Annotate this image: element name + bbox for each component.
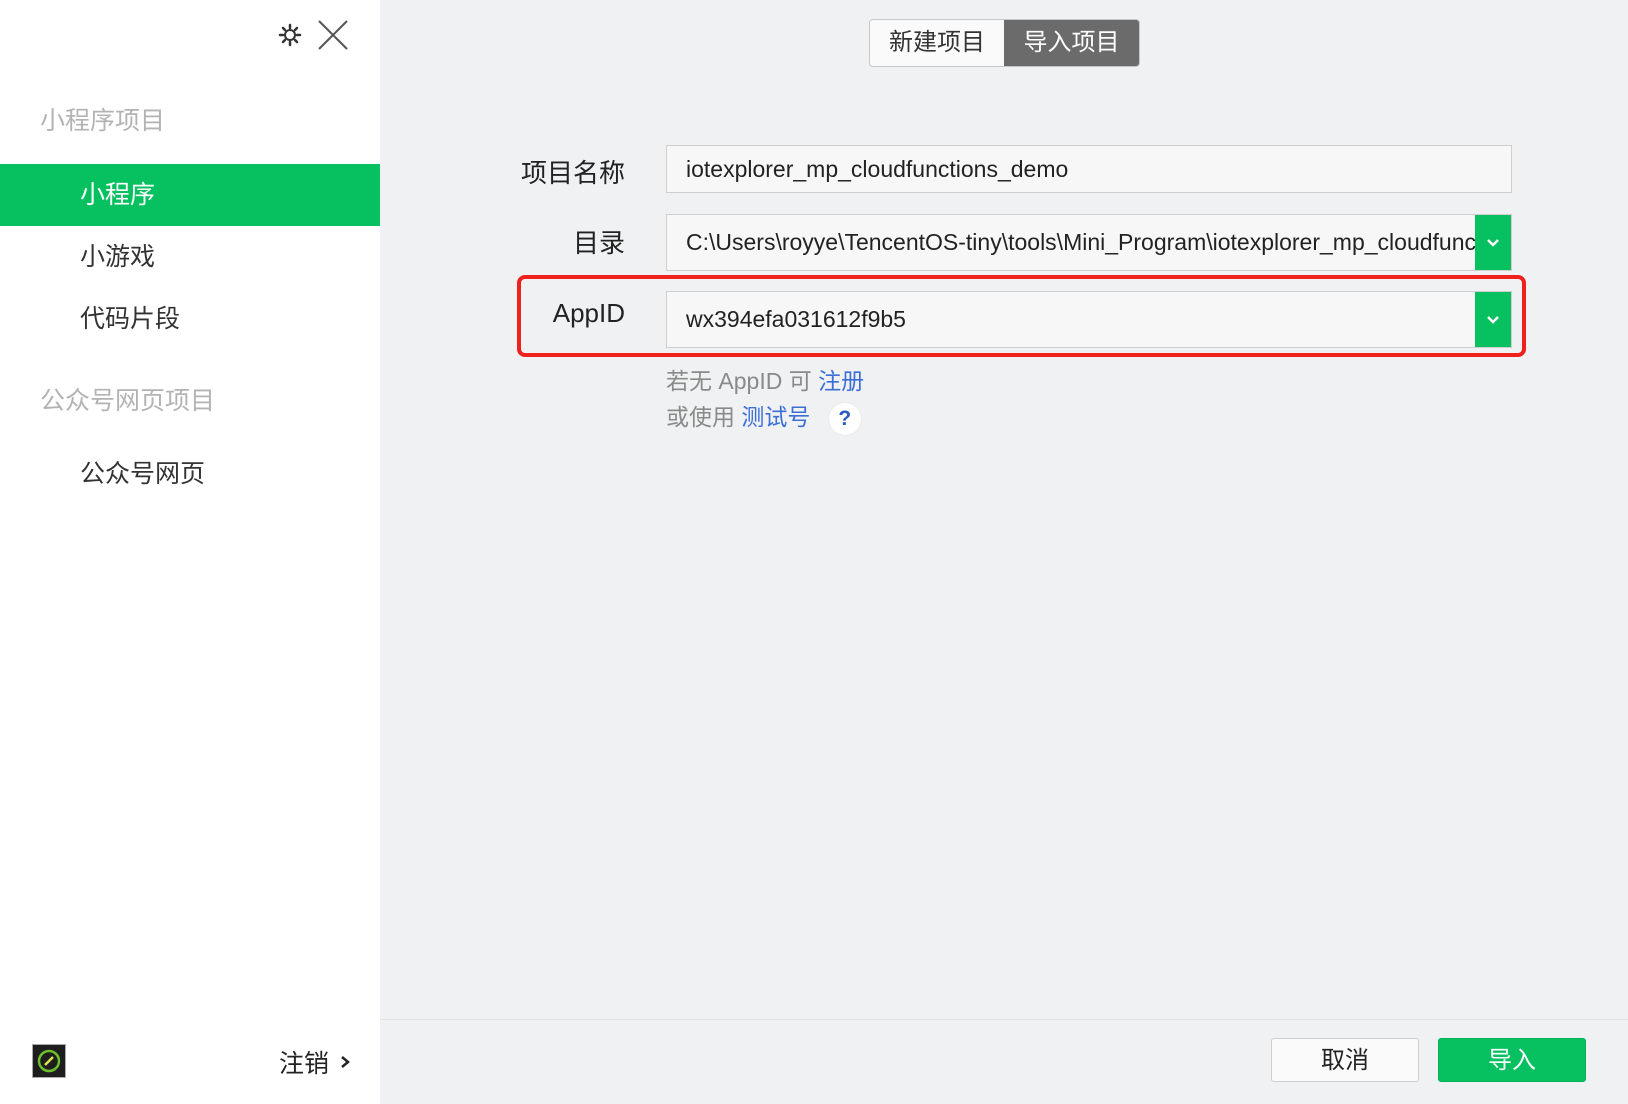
- footer-divider: [380, 1019, 1628, 1020]
- sidebar: 小程序项目 小程序 小游戏 代码片段 公众号网页项目 公众号网页 注销: [0, 0, 380, 1104]
- directory-dropdown-button[interactable]: [1475, 215, 1511, 270]
- directory-label: 目录: [572, 228, 625, 258]
- avatar[interactable]: [32, 1044, 66, 1078]
- sidebar-item-label: 公众号网页: [80, 460, 206, 488]
- sidebar-item-code-snippet[interactable]: 代码片段: [0, 288, 380, 350]
- import-button[interactable]: 导入: [1438, 1038, 1586, 1082]
- sidebar-item-official-web[interactable]: 公众号网页: [0, 443, 380, 505]
- sidebar-item-mini-game[interactable]: 小游戏: [0, 226, 380, 288]
- help-icon[interactable]: ?: [828, 402, 861, 435]
- tab-new-project[interactable]: 新建项目: [870, 20, 1004, 66]
- directory-input[interactable]: C:\Users\royye\TencentOS-tiny\tools\Mini…: [666, 214, 1512, 271]
- section-title-mini-program: 小程序项目: [40, 107, 166, 135]
- sidebar-item-label: 代码片段: [80, 305, 181, 333]
- dir-label-wrap: 目录: [420, 223, 625, 263]
- project-name-value: iotexplorer_mp_cloudfunctions_demo: [686, 155, 1069, 182]
- logout-label: 注销: [279, 1050, 330, 1078]
- sidebar-item-label: 小程序: [80, 181, 156, 209]
- no-appid-hint: 若无 AppID 可 注册: [666, 362, 864, 396]
- cancel-button[interactable]: 取消: [1271, 1038, 1419, 1082]
- appid-highlight-box: [517, 275, 1526, 357]
- register-link[interactable]: 注册: [818, 368, 864, 394]
- tab-import-project[interactable]: 导入项目: [1004, 20, 1139, 66]
- project-name-label: 项目名称: [520, 158, 625, 188]
- section-title-official-account: 公众号网页项目: [40, 387, 216, 415]
- project-type-tabs: 新建项目 导入项目: [869, 19, 1140, 67]
- directory-value: C:\Users\royye\TencentOS-tiny\tools\Mini…: [686, 229, 1475, 255]
- chevron-right-icon: [341, 1056, 350, 1068]
- name-label-wrap: 项目名称: [420, 153, 625, 193]
- close-icon[interactable]: [316, 18, 350, 52]
- sidebar-item-label: 小游戏: [80, 243, 156, 271]
- logout-button[interactable]: 注销: [279, 1044, 351, 1080]
- project-name-input[interactable]: iotexplorer_mp_cloudfunctions_demo: [666, 145, 1512, 193]
- settings-gear-icon[interactable]: [277, 22, 303, 48]
- or-use-text: 或使用: [666, 404, 735, 430]
- sidebar-item-mini-program[interactable]: 小程序: [0, 164, 380, 226]
- no-appid-text: 若无 AppID 可: [666, 368, 812, 394]
- chevron-down-icon: [1487, 238, 1499, 247]
- test-account-hint: 或使用 测试号 ?: [666, 398, 861, 435]
- test-account-link[interactable]: 测试号: [741, 404, 810, 430]
